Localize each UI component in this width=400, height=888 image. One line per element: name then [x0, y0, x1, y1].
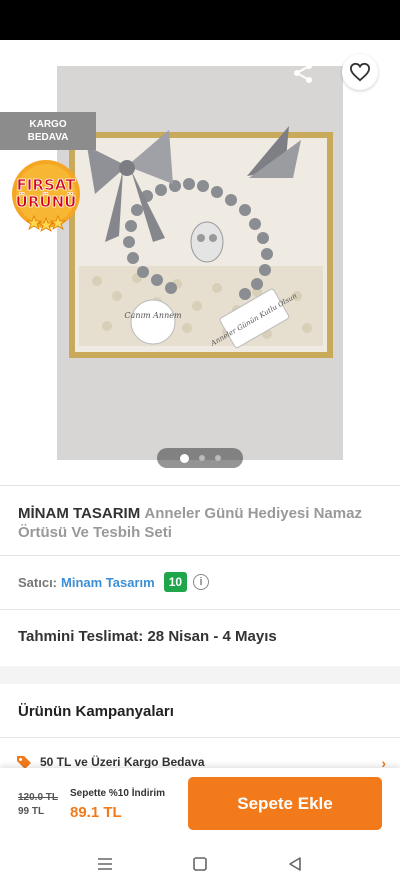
divider: [0, 485, 400, 486]
share-button[interactable]: [288, 58, 318, 88]
triangle-back-icon: [289, 857, 301, 871]
divider: [0, 609, 400, 610]
product-title: MİNAM TASARIM Anneler Günü Hediyesi Nama…: [18, 504, 382, 542]
info-icon[interactable]: i: [193, 574, 210, 590]
campaigns-title: Ürünün Kampanyaları: [18, 703, 174, 720]
recent-apps-button[interactable]: [93, 854, 117, 874]
free-shipping-badge: KARGO BEDAVA: [0, 112, 96, 150]
tag-text-left: Canım Annem: [124, 311, 182, 320]
favorite-button[interactable]: [342, 54, 378, 90]
add-to-cart-button[interactable]: Sepete Ekle: [188, 777, 382, 830]
nav-back-button[interactable]: [283, 854, 307, 874]
heart-icon: [349, 62, 371, 82]
home-button[interactable]: [188, 854, 212, 874]
product-photo[interactable]: Canım Annem Anneler Günün Kutlu Olsun: [57, 66, 343, 460]
seller-link[interactable]: Minam Tasarım: [61, 575, 155, 590]
pagination-dot-active[interactable]: [179, 453, 189, 463]
arrow-left-icon: [27, 64, 47, 82]
tag-icon: [17, 756, 31, 769]
pagination-dot[interactable]: [198, 455, 205, 461]
seller-score-badge: 10: [163, 572, 188, 592]
system-nav-bar: [0, 840, 400, 888]
deal-badge-graphic: FIRSAT ÜRÜNÜ: [12, 160, 80, 232]
back-button[interactable]: [18, 58, 54, 88]
campaign-item[interactable]: 50 TL ve Üzeri Kargo Bedava ›: [16, 755, 386, 769]
original-price: 120.0 TL: [18, 792, 59, 803]
seller-label: Satıcı:: [18, 574, 58, 590]
deal-badge-line1: FIRSAT: [17, 176, 77, 194]
pagination-dot[interactable]: [214, 455, 221, 461]
deal-badge-line2: ÜRÜNÜ: [16, 192, 77, 211]
share-icon: [294, 63, 312, 83]
product-illustration: Canım Annem Anneler Günün Kutlu Olsun: [57, 66, 343, 460]
delivery-label: Tahmini Teslimat:: [18, 628, 144, 645]
home-square-icon: [193, 857, 207, 871]
bottom-action-bar: 120.0 TL 99 TL Sepette %10 İndirim 89.1 …: [0, 768, 400, 840]
deal-product-badge: FIRSAT ÜRÜNÜ: [8, 158, 84, 234]
discounted-price: 99 TL: [18, 806, 45, 817]
product-image-gallery[interactable]: Canım Annem Anneler Günün Kutlu Olsun KA…: [0, 40, 400, 480]
section-separator: [0, 666, 400, 684]
basket-price: 89.1 TL: [70, 804, 122, 821]
seller-row: Satıcı: Minam Tasarım 10 i: [18, 571, 210, 593]
image-pagination[interactable]: [157, 448, 243, 468]
menu-icon: [98, 858, 112, 870]
chevron-right-icon: ›: [381, 755, 386, 769]
delivery-dates: 28 Nisan - 4 Mayıs: [147, 628, 277, 645]
delivery-estimate: Tahmini Teslimat: 28 Nisan - 4 Mayıs: [18, 628, 277, 645]
basket-discount-label: Sepette %10 İndirim: [70, 788, 166, 799]
free-shipping-text: KARGO BEDAVA: [27, 119, 69, 143]
brand-name[interactable]: MİNAM TASARIM: [18, 505, 140, 522]
divider: [0, 555, 400, 556]
status-bar: [0, 0, 400, 40]
campaign-item-label: 50 TL ve Üzeri Kargo Bedava: [40, 755, 205, 769]
divider: [0, 737, 400, 738]
